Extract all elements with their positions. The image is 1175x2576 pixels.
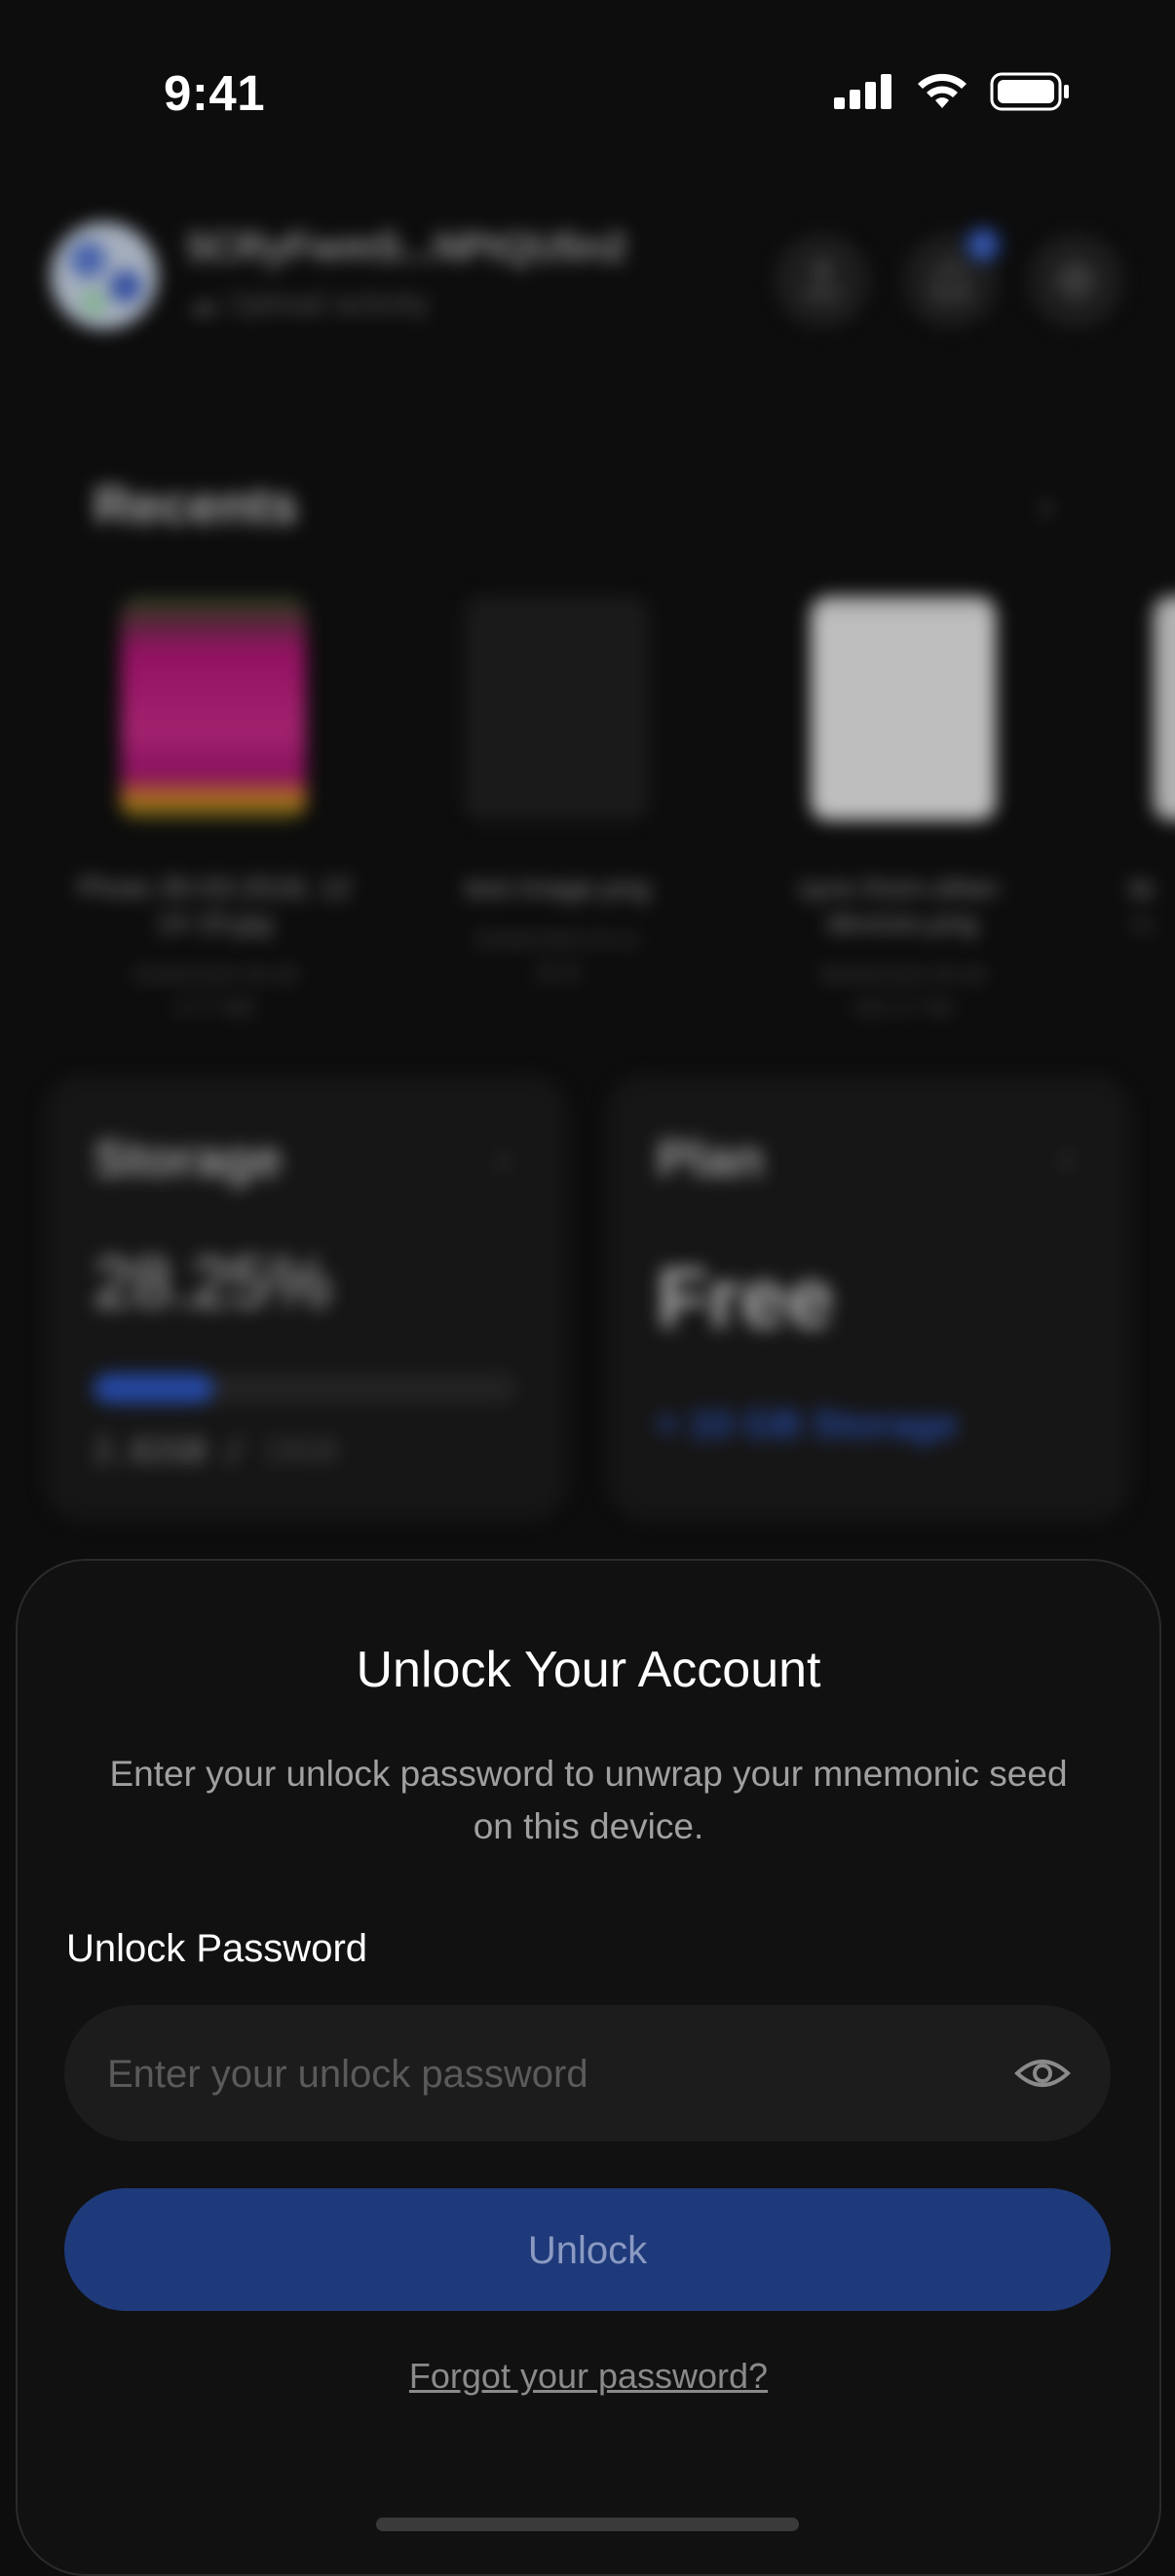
upload-button[interactable] — [776, 234, 869, 327]
plan-title: Plan — [657, 1131, 764, 1188]
battery-icon — [990, 72, 1069, 111]
storage-title: Storage — [94, 1131, 283, 1188]
storage-progress-fill — [94, 1374, 213, 1403]
password-label: Unlock Password — [66, 1927, 368, 1970]
storage-percent: 28.25% — [94, 1244, 332, 1322]
chevron-right-icon: › — [1059, 1134, 1074, 1182]
status-time: 9:41 — [164, 65, 266, 121]
cloud-upload-icon: ☁ — [187, 285, 227, 321]
plan-name: Free — [657, 1252, 834, 1345]
plan-card[interactable]: Plan › Free ≈ 10 GB Storage — [608, 1076, 1130, 1520]
chevron-right-icon: › — [496, 1134, 511, 1182]
recent-file-name: te 05 — [1130, 873, 1155, 937]
chevron-right-icon[interactable]: › — [1039, 479, 1054, 533]
settings-button[interactable] — [1029, 234, 1122, 327]
plan-description: ≈ 10 GB Storage — [657, 1403, 958, 1446]
cellular-signal-icon — [834, 74, 891, 109]
recent-file-thumbnail[interactable] — [1154, 596, 1175, 820]
gear-icon — [1059, 264, 1092, 297]
forgot-password-link[interactable]: Forgot your password? — [18, 2356, 1159, 2397]
status-bar: 9:41 — [0, 0, 1175, 175]
password-input[interactable] — [105, 2005, 986, 2143]
storage-card[interactable]: Storage › 28.25% 2.82GB / 10GB — [45, 1076, 567, 1520]
upload-activity-label: Upload activity — [226, 285, 430, 321]
wifi-icon — [918, 73, 967, 108]
sheet-title: Unlock Your Account — [356, 1642, 821, 1698]
password-field[interactable] — [64, 2005, 1111, 2143]
notification-badge: 1 — [967, 228, 1000, 261]
recent-file-thumbnail[interactable] — [121, 596, 306, 820]
account-header: 5CRyFwmS...NPtQU5n2 ☁ Upload activity 1 — [51, 222, 1132, 339]
unlock-button[interactable]: Unlock — [64, 2188, 1111, 2311]
upload-activity[interactable]: ☁ Upload activity — [187, 284, 430, 322]
avatar[interactable] — [51, 222, 158, 329]
storage-progress-bar — [94, 1374, 516, 1403]
eye-icon[interactable] — [1013, 2046, 1072, 2101]
upload-icon — [807, 260, 838, 298]
storage-usage: 2.82GB / 10GB — [94, 1432, 338, 1469]
home-indicator — [376, 2518, 799, 2531]
account-address: 5CRyFwmS...NPtQU5n2 — [187, 226, 627, 269]
recent-file-name: test image.png — [464, 873, 651, 904]
unlock-sheet: Unlock Your Account Enter your unlock pa… — [16, 1559, 1161, 2576]
recent-file-thumbnail[interactable] — [811, 596, 996, 820]
recent-file-thumbnail[interactable] — [464, 596, 649, 820]
status-icons — [834, 72, 1070, 111]
recent-file-name: Photo 30-03-2018, 12 14 19.jpg — [77, 873, 352, 939]
recent-file-meta: 16/06/2026 05:58 4.77 MB — [131, 963, 298, 1020]
recent-file-name: sync-from-other-devices.png — [798, 873, 1006, 939]
recent-file-meta: 06/06/2026 05:58 425.17 KB — [818, 963, 986, 1020]
recents-title: Recents — [94, 476, 299, 535]
sheet-subtitle: Enter your unlock password to unwrap you… — [109, 1754, 1068, 1846]
recent-file-meta: 04/06/2026 04:11 20 B — [474, 928, 640, 985]
